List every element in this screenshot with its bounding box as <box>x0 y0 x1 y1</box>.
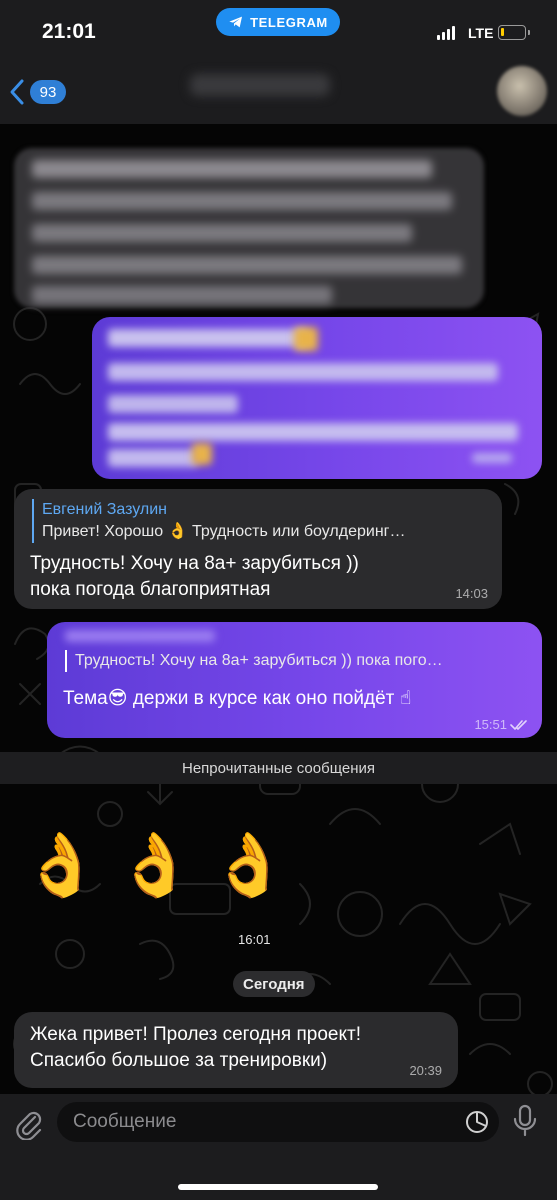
message-outgoing-2[interactable] <box>92 317 542 479</box>
home-indicator[interactable] <box>178 1184 378 1190</box>
date-separator-label: Сегодня <box>243 975 305 993</box>
ok-hand-sticker: 👌 <box>116 828 194 901</box>
message-incoming-1[interactable] <box>14 148 484 308</box>
back-button[interactable]: 93 <box>8 78 66 106</box>
reply-snippet: Трудность! Хочу на 8а+ зарубиться )) пок… <box>75 652 443 669</box>
paperclip-icon[interactable] <box>14 1108 44 1140</box>
app-pill[interactable]: TELEGRAM <box>216 8 340 36</box>
ok-hand-sticker: 👌 <box>210 828 288 901</box>
microphone-icon[interactable] <box>512 1104 538 1138</box>
message-time: 20:39 <box>409 1063 442 1078</box>
message-incoming-3[interactable]: Евгений Зазулин Привет! Хорошо 👌 Труднос… <box>14 489 502 609</box>
sticker-message[interactable]: 👌 👌 👌 <box>22 828 288 901</box>
status-time: 21:01 <box>42 20 96 43</box>
message-text-line: пока погода благоприятная <box>30 579 271 600</box>
app-pill-label: TELEGRAM <box>250 14 328 30</box>
reply-quote[interactable]: Трудность! Хочу на 8а+ зарубиться )) пок… <box>65 650 443 672</box>
unread-count-badge: 93 <box>30 80 66 104</box>
reply-snippet: Привет! Хорошо 👌 Трудность или боулдерин… <box>42 523 406 540</box>
message-text-line: Тема😎 держи в курсе как оно пойдёт ☝ <box>63 688 412 709</box>
message-text-line: Спасибо большое за тренировки) <box>30 1050 328 1071</box>
sticker-time: 16:01 <box>238 932 271 947</box>
message-text-line: Жека привет! Пролез сегодня проект! <box>30 1024 361 1045</box>
read-checkmarks-icon <box>510 719 527 730</box>
network-type: LTE <box>468 25 494 41</box>
back-chevron-icon <box>10 79 24 105</box>
unread-banner-label: Непрочитанные сообщения <box>182 759 375 777</box>
sticker-icon[interactable] <box>465 1110 489 1134</box>
message-field[interactable] <box>57 1102 499 1142</box>
chat-history[interactable]: Евгений Зазулин Привет! Хорошо 👌 Труднос… <box>0 124 557 1094</box>
contact-name[interactable] <box>190 74 330 96</box>
reply-quote[interactable]: Евгений Зазулин Привет! Хорошо 👌 Труднос… <box>32 499 405 543</box>
telegram-plane-icon <box>229 16 243 28</box>
message-input[interactable] <box>73 1102 443 1142</box>
message-text-line: Трудность! Хочу на 8а+ зарубиться )) <box>30 553 359 574</box>
chat-header: 93 <box>0 62 557 124</box>
signal-icon <box>437 26 455 40</box>
message-time: 15:51 <box>474 717 507 732</box>
contact-avatar[interactable] <box>497 66 547 116</box>
status-bar: 21:01 TELEGRAM LTE <box>0 0 557 62</box>
message-time: 14:03 <box>455 586 488 601</box>
reply-author: Евгений Зазулин <box>42 501 168 518</box>
ok-hand-sticker: 👌 <box>22 828 100 901</box>
date-separator: Сегодня <box>233 971 315 997</box>
message-incoming-last[interactable]: Жека привет! Пролез сегодня проект! Спас… <box>14 1012 458 1088</box>
message-outgoing-4[interactable]: Трудность! Хочу на 8а+ зарубиться )) пок… <box>47 622 542 738</box>
battery-icon <box>498 25 530 40</box>
unread-messages-banner: Непрочитанные сообщения <box>0 752 557 784</box>
